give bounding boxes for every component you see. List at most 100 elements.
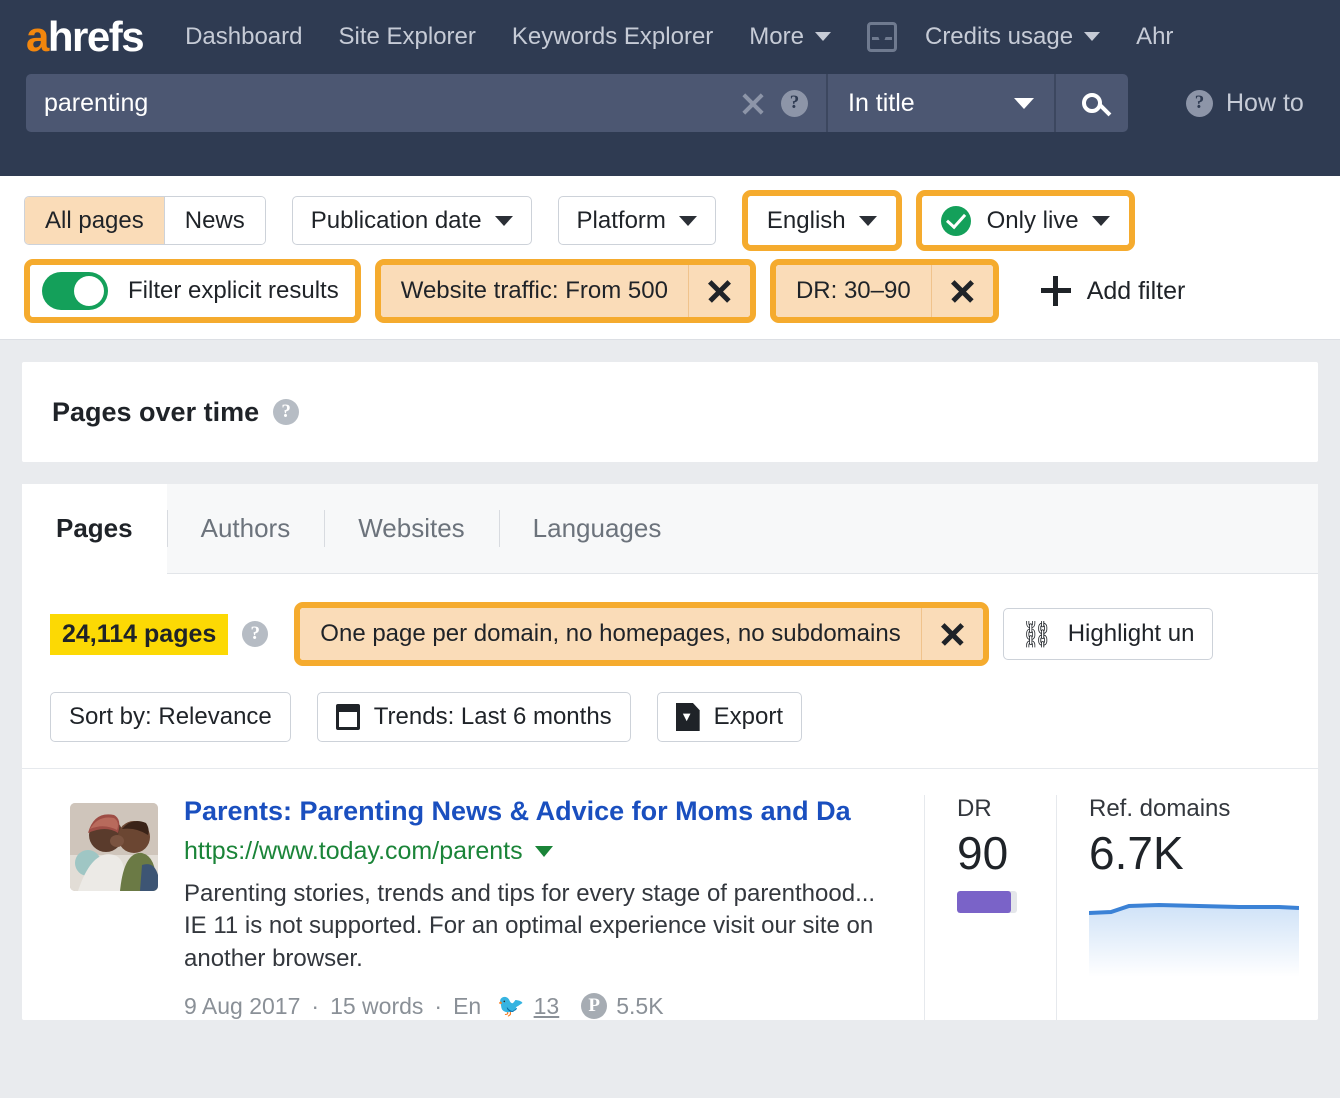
- broken-link-icon: ⛓: [1022, 619, 1052, 649]
- results-count-badge: 24,114 pages: [50, 614, 228, 655]
- search-button[interactable]: [1054, 74, 1128, 132]
- page-title: Pages over time: [52, 397, 259, 428]
- export-label: Export: [714, 703, 783, 731]
- chevron-down-icon: [679, 216, 697, 226]
- filter-row-secondary: Filter explicit results Website traffic:…: [0, 259, 1340, 323]
- result-description: Parenting stories, trends and tips for e…: [184, 878, 904, 975]
- language-filter-highlight: English: [742, 190, 902, 251]
- nav-links-row: ahrefs Dashboard Site Explorer Keywords …: [0, 0, 1340, 74]
- website-traffic-chip-label: Website traffic: From 500: [381, 265, 688, 317]
- add-filter-button[interactable]: Add filter: [1041, 276, 1186, 306]
- column-dr: DR 90: [924, 795, 1056, 1020]
- chevron-down-icon: [1092, 216, 1110, 226]
- ahrefs-logo[interactable]: ahrefs: [26, 16, 143, 58]
- search-mode-label: In title: [848, 89, 915, 118]
- result-date: 9 Aug 2017: [184, 993, 300, 1020]
- page-type-segmented-control: All pages News: [24, 196, 266, 245]
- publication-date-filter[interactable]: Publication date: [292, 196, 532, 245]
- explicit-filter-label: Filter explicit results: [128, 277, 339, 305]
- results-tabs: Pages Authors Websites Languages: [22, 484, 1318, 574]
- sort-by-label: Sort by: Relevance: [69, 703, 272, 731]
- close-icon[interactable]: [931, 265, 993, 317]
- logo-text: hrefs: [48, 13, 143, 60]
- result-meta: 9 Aug 2017 · 15 words · En 🐦 13 P 5.5K: [184, 993, 904, 1020]
- check-circle-icon: [941, 206, 971, 236]
- scope-chip-label: One page per domain, no homepages, no su…: [300, 608, 920, 660]
- language-filter[interactable]: English: [748, 196, 896, 245]
- tab-websites[interactable]: Websites: [324, 484, 498, 573]
- result-url-text: https://www.today.com/parents: [184, 837, 523, 866]
- close-icon[interactable]: [733, 83, 773, 123]
- dr-progress-bar: [957, 891, 1017, 913]
- trends-button[interactable]: Trends: Last 6 months: [317, 692, 631, 742]
- result-language: En: [453, 993, 481, 1020]
- calendar-icon: [336, 704, 360, 730]
- search-input[interactable]: [26, 89, 733, 118]
- help-icon[interactable]: ?: [273, 399, 299, 425]
- nav-item-site-explorer[interactable]: Site Explorer: [338, 23, 475, 51]
- tab-authors[interactable]: Authors: [167, 484, 325, 573]
- results-card: Pages Authors Websites Languages 24,114 …: [22, 484, 1318, 1020]
- search-mode-select[interactable]: In title: [826, 74, 1054, 132]
- help-icon: ?: [1186, 90, 1213, 117]
- highlight-unlinked-button[interactable]: ⛓ Highlight un: [1003, 608, 1214, 660]
- result-url[interactable]: https://www.today.com/parents: [184, 837, 904, 866]
- dr-chip-highlight: DR: 30–90: [770, 259, 999, 323]
- result-word-count: 15 words: [330, 993, 423, 1020]
- website-traffic-chip-highlight: Website traffic: From 500: [375, 259, 756, 323]
- chevron-down-icon: [535, 846, 553, 857]
- chevron-down-icon: [859, 216, 877, 226]
- column-ref-domains: Ref. domains 6.7K: [1056, 795, 1318, 1020]
- nav-item-dashboard[interactable]: Dashboard: [185, 23, 302, 51]
- segment-news[interactable]: News: [164, 197, 265, 244]
- close-icon[interactable]: [921, 608, 983, 660]
- add-filter-label: Add filter: [1087, 277, 1186, 306]
- platform-label: Platform: [577, 207, 666, 235]
- results-count-row: 24,114 pages ? One page per domain, no h…: [22, 574, 1318, 666]
- tab-languages[interactable]: Languages: [499, 484, 696, 573]
- dr-chip-label: DR: 30–90: [776, 265, 931, 317]
- publication-date-label: Publication date: [311, 207, 482, 235]
- language-label: English: [767, 207, 846, 235]
- dr-value: 90: [957, 829, 1056, 877]
- filter-bar: All pages News Publication date Platform…: [0, 176, 1340, 340]
- segment-all-pages[interactable]: All pages: [25, 197, 164, 244]
- chevron-down-icon: [495, 216, 513, 226]
- inbox-icon[interactable]: [867, 22, 897, 52]
- scope-chip: One page per domain, no homepages, no su…: [300, 608, 982, 660]
- close-icon[interactable]: [688, 265, 750, 317]
- nav-item-keywords-explorer[interactable]: Keywords Explorer: [512, 23, 713, 51]
- live-status-filter[interactable]: Only live: [922, 196, 1129, 245]
- scope-chip-highlight: One page per domain, no homepages, no su…: [294, 602, 988, 666]
- live-status-label: Only live: [987, 207, 1079, 235]
- plus-icon: [1041, 276, 1071, 306]
- result-title-link[interactable]: Parents: Parenting News & Advice for Mom…: [184, 795, 904, 829]
- filter-row-primary: All pages News Publication date Platform…: [0, 190, 1340, 251]
- help-icon[interactable]: ?: [781, 90, 808, 117]
- pages-over-time-card: Pages over time ?: [22, 362, 1318, 462]
- ref-domains-column-header: Ref. domains: [1089, 795, 1318, 823]
- platform-filter[interactable]: Platform: [558, 196, 716, 245]
- nav-item-credits-usage[interactable]: Credits usage: [925, 23, 1100, 51]
- logo-letter-a: a: [26, 13, 48, 60]
- search-icon: [1082, 93, 1102, 113]
- meta-separator: ·: [434, 993, 442, 1020]
- how-to-link[interactable]: ? How to: [1186, 89, 1304, 118]
- dr-chip: DR: 30–90: [776, 265, 993, 317]
- help-icon[interactable]: ?: [242, 621, 268, 647]
- chevron-down-icon: [1014, 98, 1034, 109]
- sort-by-button[interactable]: Sort by: Relevance: [50, 692, 291, 742]
- export-button[interactable]: Export: [657, 692, 802, 742]
- ref-domains-value: 6.7K: [1089, 829, 1318, 877]
- nav-item-account[interactable]: Ahr: [1136, 23, 1173, 51]
- explicit-filter-toggle[interactable]: [42, 272, 108, 310]
- search-row: ? In title ? How to: [0, 74, 1340, 132]
- search-box: ?: [26, 74, 826, 132]
- results-toolbar: Sort by: Relevance Trends: Last 6 months…: [22, 666, 1318, 768]
- dr-column-header: DR: [957, 795, 1056, 823]
- nav-item-more[interactable]: More: [749, 23, 831, 51]
- pinterest-share-count: 5.5K: [616, 993, 663, 1020]
- twitter-share-count[interactable]: 13: [534, 993, 560, 1020]
- tab-pages[interactable]: Pages: [22, 484, 167, 574]
- mother-and-baby-photo: [70, 803, 158, 891]
